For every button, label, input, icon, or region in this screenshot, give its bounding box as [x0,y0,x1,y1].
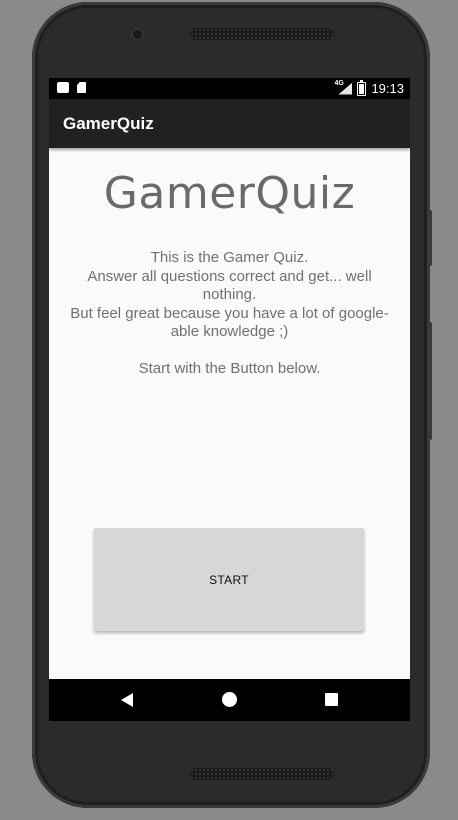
recents-icon[interactable] [325,693,338,706]
home-icon[interactable] [222,692,237,707]
back-icon[interactable] [121,693,133,707]
app-toolbar: GamerQuiz [49,99,410,148]
front-camera [133,30,142,39]
description-line: But feel great because you have a lot of… [70,304,389,341]
page-title: GamerQuiz [103,168,356,219]
description-line: This is the Gamer Quiz. [150,249,309,266]
status-bar: 4G 19:13 [49,78,410,99]
start-button[interactable]: START [94,528,364,631]
bottom-speaker [190,768,334,780]
network-type: 4G [334,79,344,87]
main-content: GamerQuiz This is the Gamer Quiz. Answer… [49,148,410,679]
signal-icon: 4G [334,80,353,95]
navigation-bar [49,679,410,721]
description-text: This is the Gamer Quiz. Answer all quest… [69,249,390,379]
description-line: Start with the Button below. [138,360,321,377]
device-screen: 4G 19:13 GamerQuiz GamerQuiz This is the… [49,78,410,721]
description-line: Answer all questions correct and get... … [87,267,372,304]
volume-button [428,210,432,266]
top-speaker [190,28,334,40]
power-button [428,322,432,440]
status-time: 19:13 [371,81,404,96]
sd-card-icon [77,82,86,93]
notification-icon [57,82,69,93]
app-title: GamerQuiz [63,114,154,133]
description-line [69,342,390,361]
battery-icon [357,79,367,96]
